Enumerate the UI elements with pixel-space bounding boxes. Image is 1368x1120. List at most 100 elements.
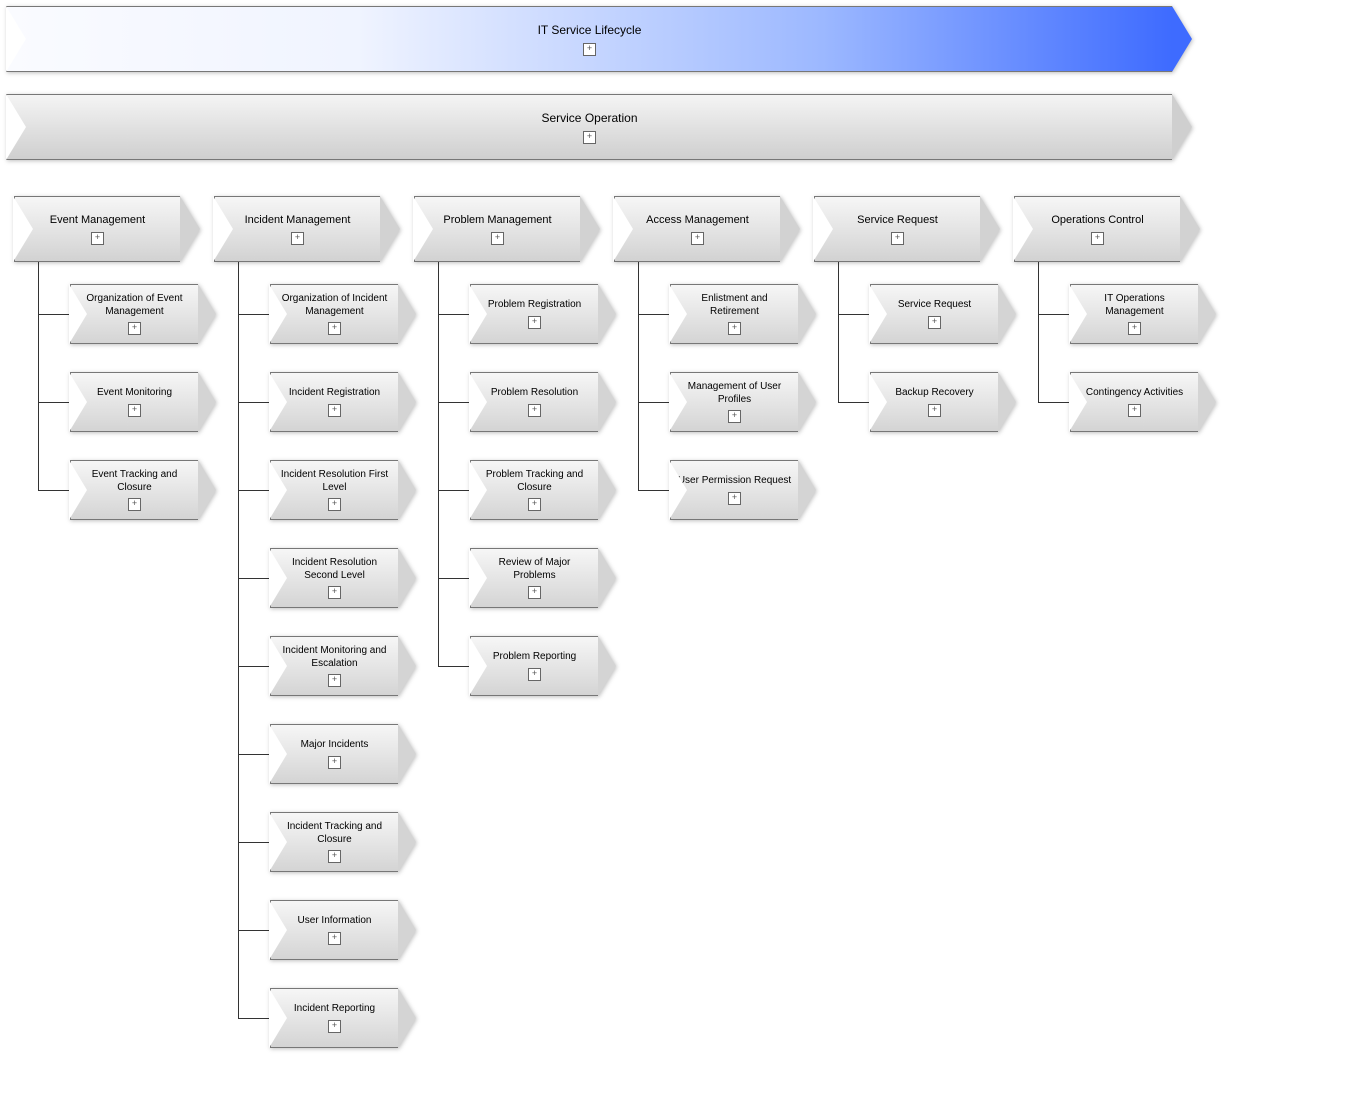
service-operation-arrow[interactable]: Service Operation + bbox=[6, 94, 1186, 160]
process-box[interactable]: Problem Tracking and Closure + bbox=[470, 460, 610, 520]
process-box[interactable]: Contingency Activities+ bbox=[1070, 372, 1210, 432]
process-label: Incident Tracking and Closure bbox=[277, 821, 392, 846]
category-title: Incident Management bbox=[241, 214, 355, 226]
process-box[interactable]: Enlistment and Retirement + bbox=[670, 284, 810, 344]
process-box[interactable]: Event Tracking and Closure + bbox=[70, 460, 210, 520]
process-box[interactable]: Incident Resolution Second Level + bbox=[270, 548, 410, 608]
process-box[interactable]: Problem Resolution+ bbox=[470, 372, 610, 432]
expand-icon[interactable]: + bbox=[528, 668, 541, 681]
process-box[interactable]: Organization of Incident Management+ bbox=[270, 284, 410, 344]
expand-icon[interactable]: + bbox=[1128, 404, 1141, 417]
tree-spine bbox=[38, 262, 39, 490]
process-box[interactable]: IT Operations Management+ bbox=[1070, 284, 1210, 344]
tree-elbow bbox=[238, 666, 270, 667]
process-box[interactable]: Incident Resolution First Level + bbox=[270, 460, 410, 520]
expand-icon[interactable]: + bbox=[583, 131, 596, 144]
process-label: Incident Resolution Second Level bbox=[277, 557, 392, 582]
process-box[interactable]: Major Incidents+ bbox=[270, 724, 410, 784]
expand-icon[interactable]: + bbox=[528, 404, 541, 417]
expand-icon[interactable]: + bbox=[328, 1020, 341, 1033]
expand-icon[interactable]: + bbox=[583, 43, 596, 56]
tree-elbow bbox=[238, 1018, 270, 1019]
category-3[interactable]: Access Management + bbox=[614, 196, 794, 262]
process-box[interactable]: Review of Major Problems + bbox=[470, 548, 610, 608]
tree-elbow bbox=[838, 314, 870, 315]
expand-icon[interactable]: + bbox=[928, 404, 941, 417]
process-label: Incident Resolution First Level bbox=[277, 469, 392, 494]
expand-icon[interactable]: + bbox=[328, 756, 341, 769]
expand-icon[interactable]: + bbox=[691, 232, 704, 245]
category-0[interactable]: Event Management + bbox=[14, 196, 194, 262]
expand-icon[interactable]: + bbox=[928, 316, 941, 329]
tree-elbow bbox=[638, 490, 670, 491]
tree-elbow bbox=[238, 930, 270, 931]
process-label: Review of Major Problems bbox=[477, 557, 592, 582]
expand-icon[interactable]: + bbox=[91, 232, 104, 245]
expand-icon[interactable]: + bbox=[491, 232, 504, 245]
process-box[interactable]: Incident Registration + bbox=[270, 372, 410, 432]
process-box[interactable]: Incident Tracking and Closure + bbox=[270, 812, 410, 872]
expand-icon[interactable]: + bbox=[328, 850, 341, 863]
expand-icon[interactable]: + bbox=[128, 498, 141, 511]
process-label: User Permission Request bbox=[678, 475, 791, 488]
tree-spine bbox=[438, 262, 439, 666]
service-operation-title: Service Operation bbox=[541, 111, 637, 125]
process-label: Enlistment and Retirement bbox=[677, 293, 792, 318]
process-label: Problem Tracking and Closure bbox=[477, 469, 592, 494]
expand-icon[interactable]: + bbox=[528, 498, 541, 511]
process-label: Problem Registration bbox=[488, 299, 581, 312]
lifecycle-title: IT Service Lifecycle bbox=[538, 23, 642, 37]
expand-icon[interactable]: + bbox=[328, 932, 341, 945]
tree-elbow bbox=[238, 578, 270, 579]
expand-icon[interactable]: + bbox=[328, 404, 341, 417]
tree-elbow bbox=[638, 314, 670, 315]
process-box[interactable]: User Information+ bbox=[270, 900, 410, 960]
expand-icon[interactable]: + bbox=[128, 322, 141, 335]
expand-icon[interactable]: + bbox=[728, 322, 741, 335]
process-label: Organization of Event Management bbox=[77, 293, 192, 318]
expand-icon[interactable]: + bbox=[528, 316, 541, 329]
process-box[interactable]: Organization of Event Management + bbox=[70, 284, 210, 344]
category-1[interactable]: Incident Management + bbox=[214, 196, 394, 262]
expand-icon[interactable]: + bbox=[728, 492, 741, 505]
expand-icon[interactable]: + bbox=[891, 232, 904, 245]
process-label: Incident Registration bbox=[289, 387, 380, 400]
process-box[interactable]: Backup Recovery+ bbox=[870, 372, 1010, 432]
process-label: Management of User Profiles bbox=[677, 381, 792, 406]
tree-elbow bbox=[1038, 402, 1070, 403]
process-box[interactable]: Incident Reporting+ bbox=[270, 988, 410, 1048]
process-box[interactable]: Event Monitoring+ bbox=[70, 372, 210, 432]
process-box[interactable]: Incident Monitoring and Escalation+ bbox=[270, 636, 410, 696]
category-title: Access Management bbox=[642, 214, 753, 226]
expand-icon[interactable]: + bbox=[728, 410, 741, 423]
process-box[interactable]: User Permission Request + bbox=[670, 460, 810, 520]
process-label: Problem Reporting bbox=[493, 651, 576, 664]
tree-spine bbox=[638, 262, 639, 490]
tree-spine bbox=[1038, 262, 1039, 402]
expand-icon[interactable]: + bbox=[328, 498, 341, 511]
expand-icon[interactable]: + bbox=[528, 586, 541, 599]
process-box[interactable]: Problem Registration + bbox=[470, 284, 610, 344]
tree-elbow bbox=[38, 314, 70, 315]
category-title: Event Management bbox=[46, 214, 149, 226]
expand-icon[interactable]: + bbox=[328, 674, 341, 687]
tree-spine bbox=[238, 262, 239, 1018]
category-title: Operations Control bbox=[1047, 214, 1147, 226]
expand-icon[interactable]: + bbox=[328, 322, 341, 335]
tree-elbow bbox=[38, 490, 70, 491]
process-label: Event Tracking and Closure bbox=[77, 469, 192, 494]
expand-icon[interactable]: + bbox=[128, 404, 141, 417]
expand-icon[interactable]: + bbox=[328, 586, 341, 599]
lifecycle-arrow[interactable]: IT Service Lifecycle + bbox=[6, 6, 1186, 72]
expand-icon[interactable]: + bbox=[1128, 322, 1141, 335]
category-4[interactable]: Service Request + bbox=[814, 196, 994, 262]
process-box[interactable]: Management of User Profiles + bbox=[670, 372, 810, 432]
expand-icon[interactable]: + bbox=[1091, 232, 1104, 245]
process-box[interactable]: Problem Reporting + bbox=[470, 636, 610, 696]
category-5[interactable]: Operations Control + bbox=[1014, 196, 1194, 262]
category-title: Service Request bbox=[853, 214, 942, 226]
tree-elbow bbox=[438, 314, 470, 315]
category-2[interactable]: Problem Management+ bbox=[414, 196, 594, 262]
process-box[interactable]: Service Request+ bbox=[870, 284, 1010, 344]
expand-icon[interactable]: + bbox=[291, 232, 304, 245]
